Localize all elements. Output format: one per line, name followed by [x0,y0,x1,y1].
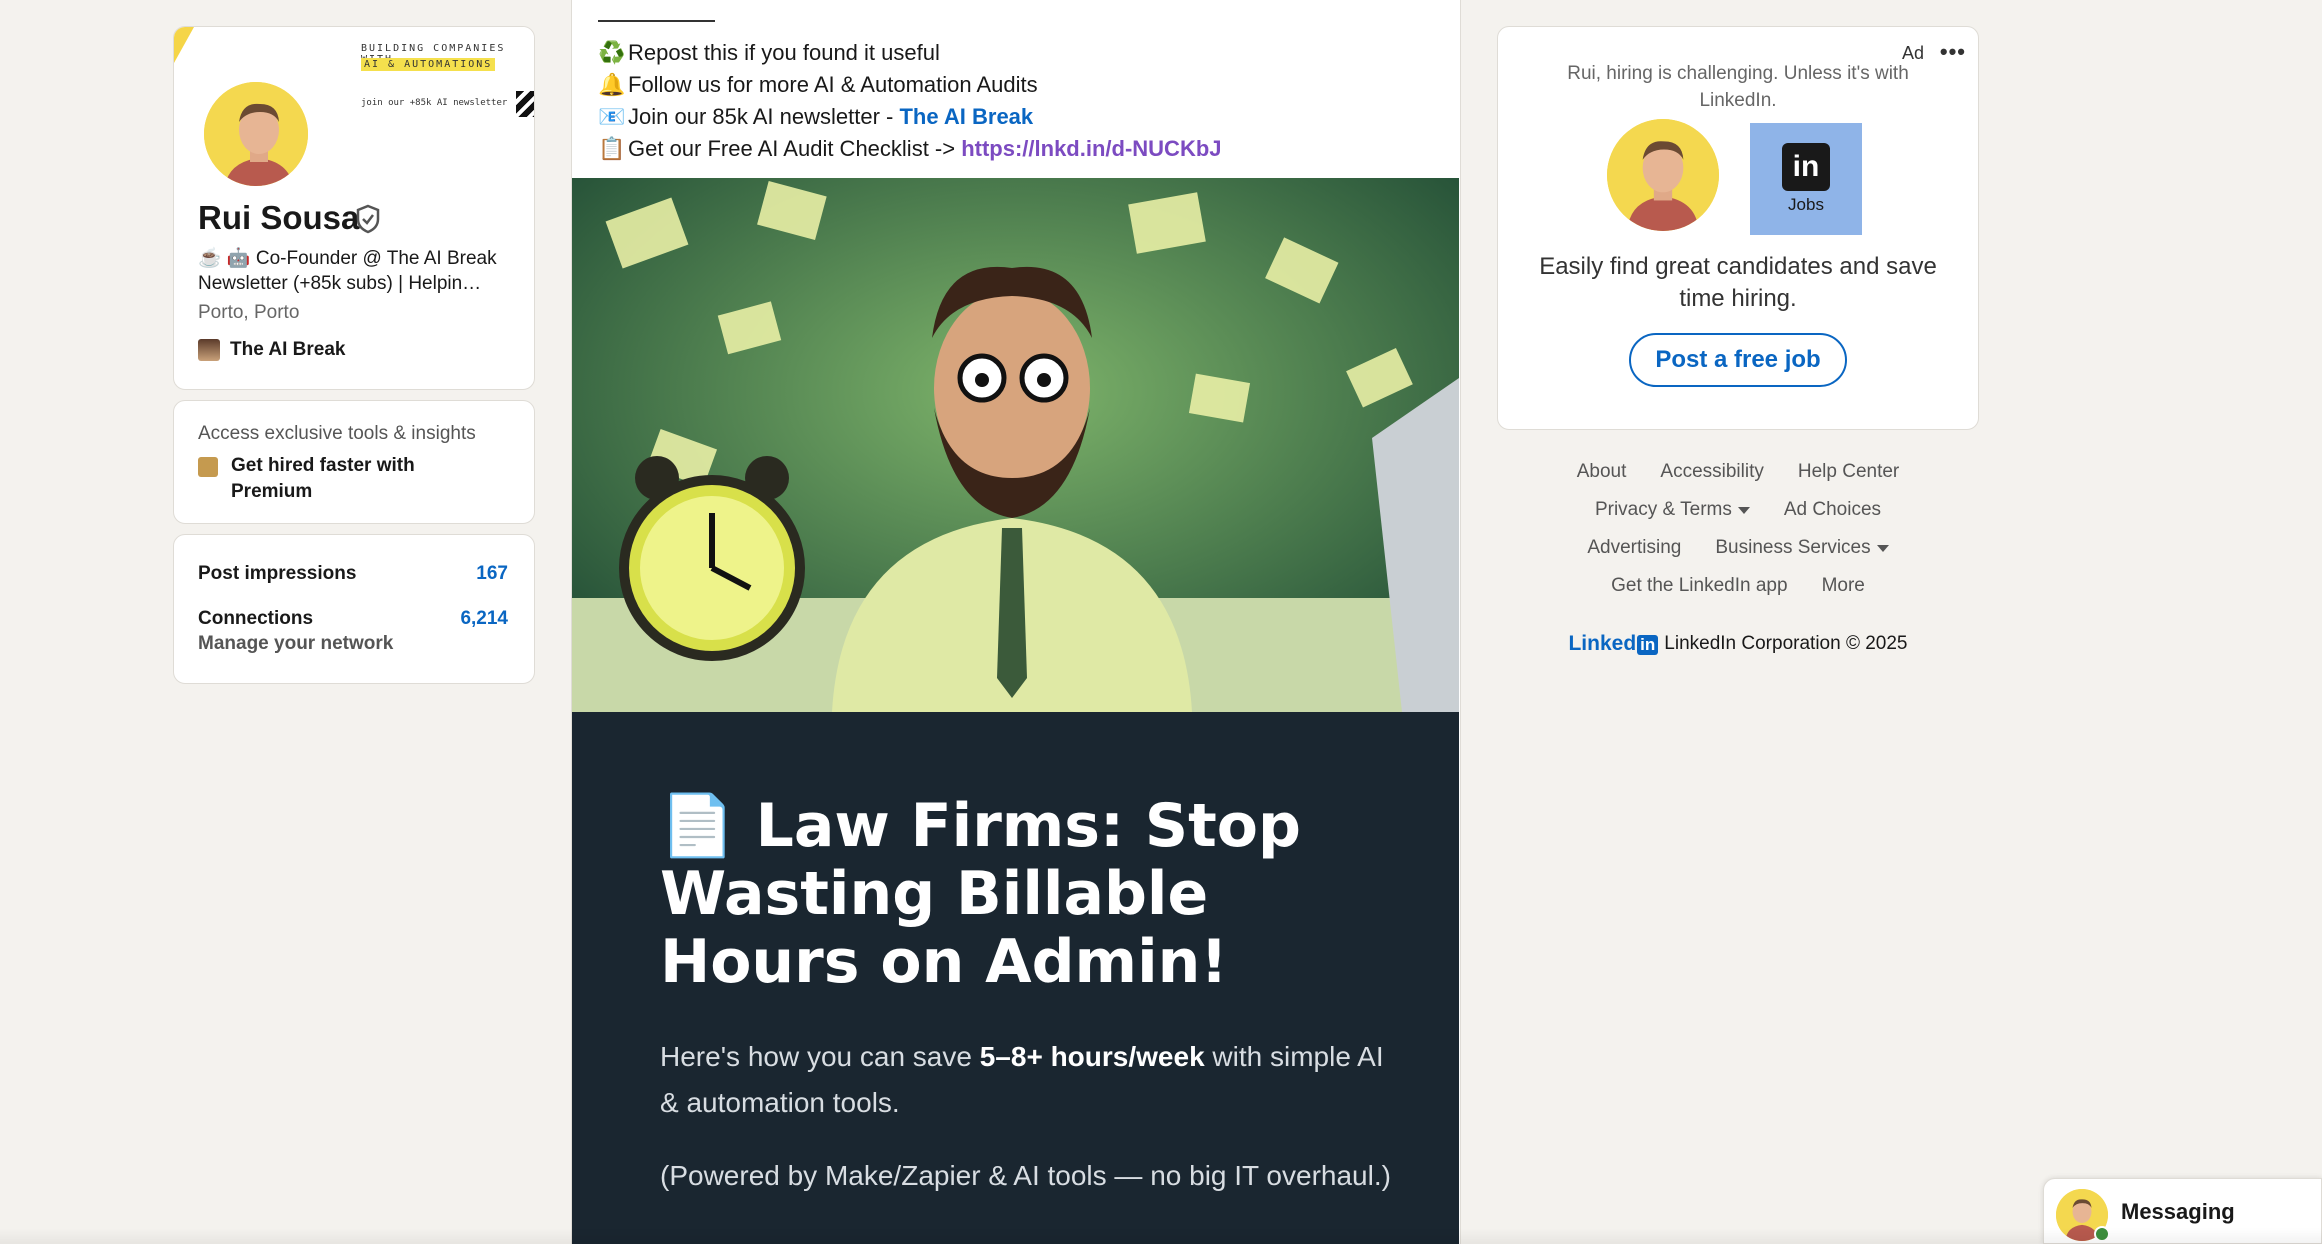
footer-copyright: Linked in LinkedIn Corporation © 2025 [1497,632,1979,656]
post-line-text: Join our 85k AI newsletter - [628,104,900,129]
document-preview[interactable]: 📄 Law Firms: Stop Wasting Billable Hours… [572,712,1459,1244]
post-line-text: Follow us for more AI & Automation Audit… [628,72,1038,97]
footer-links-row-2: Privacy & Terms Ad Choices [1497,499,1979,521]
impressions-value[interactable]: 167 [476,563,508,585]
verified-icon [356,204,380,234]
footer-link-ad-choices[interactable]: Ad Choices [1784,499,1881,521]
envelope-icon: 📧 [598,104,626,129]
footer-link-accessibility[interactable]: Accessibility [1660,461,1763,483]
banner-corner-decoration [174,27,194,63]
connections-value[interactable]: 6,214 [460,608,508,630]
chevron-down-icon [1876,544,1889,552]
footer-link-get-app[interactable]: Get the LinkedIn app [1611,575,1787,597]
profile-location: Porto, Porto [198,302,300,323]
linkedin-jobs-logo: in Jobs [1750,123,1862,235]
chevron-down-icon [1737,506,1750,514]
company-icon [198,339,220,361]
profile-company[interactable]: The AI Break [198,339,345,361]
footer-link-more[interactable]: More [1822,575,1865,597]
messaging-label: Messaging [2121,1199,2235,1224]
stats-card: Post impressions 167 Connections 6,214 M… [173,534,535,684]
post-illustration[interactable] [572,178,1459,712]
online-status-icon [2094,1226,2110,1242]
post-line-checklist: 📋 Get our Free AI Audit Checklist -> htt… [598,136,1222,162]
connections-label[interactable]: Connections [198,608,313,630]
messaging-bar[interactable]: Messaging [2043,1178,2322,1244]
banner-subtitle: join our +85k AI newsletter [361,98,508,108]
post-line-repost: ♻️ Repost this if you found it useful [598,40,940,66]
ad-copy: Easily find great candidates and save ti… [1539,253,1937,312]
document-note: (Powered by Make/Zapier & AI tools — no … [660,1160,1391,1191]
document-title: 📄 Law Firms: Stop Wasting Billable Hours… [660,791,1301,997]
footer-links-row-3: Advertising Business Services [1497,537,1979,559]
ad-avatar [1607,119,1719,231]
premium-label: Access exclusive tools & insights [198,423,476,444]
more-options-icon[interactable]: ••• [1940,39,1966,65]
premium-card[interactable]: Access exclusive tools & insights Get hi… [173,400,535,524]
banner-stripe-decoration [516,91,534,117]
profile-name[interactable]: Rui Sousa [198,199,359,237]
post-line-text: Repost this if you found it useful [628,40,940,65]
footer-link-about[interactable]: About [1577,461,1627,483]
linkedin-logo: Linked in [1568,632,1659,656]
footer-link-privacy-terms[interactable]: Privacy & Terms [1595,499,1750,521]
ad-tagline: Rui, hiring is challenging. Unless it's … [1567,63,1909,111]
post-line-text: Get our Free AI Audit Checklist -> [628,136,962,161]
profile-card: BUILDING COMPANIES WITH AI & AUTOMATIONS… [173,26,535,390]
post-divider [598,20,715,22]
linkedin-in-icon: in [1782,143,1830,191]
feed-post: ♻️ Repost this if you found it useful 🔔 … [571,0,1461,1244]
footer-links-row-1: About Accessibility Help Center [1497,461,1979,483]
post-free-job-button[interactable]: Post a free job [1629,333,1847,387]
profile-headline: ☕ 🤖 Co-Founder @ The AI Break Newsletter… [198,248,497,294]
footer-link-business-services[interactable]: Business Services [1715,537,1889,559]
banner-highlight: AI & AUTOMATIONS [361,58,496,71]
impressions-label[interactable]: Post impressions [198,563,356,585]
clipboard-icon: 📋 [598,136,626,161]
newsletter-link[interactable]: The AI Break [899,104,1033,129]
post-line-newsletter: 📧 Join our 85k AI newsletter - The AI Br… [598,104,1033,130]
jobs-logo-text: Jobs [1788,195,1824,214]
bell-icon: 🔔 [598,72,626,97]
document-body: Here's how you can save 5–8+ hours/week … [660,1041,1384,1118]
premium-icon [198,457,218,477]
footer-link-advertising[interactable]: Advertising [1587,537,1681,559]
profile-avatar[interactable] [201,79,311,189]
footer-link-help-center[interactable]: Help Center [1798,461,1899,483]
checklist-link[interactable]: https://lnkd.in/d-NUCKbJ [961,136,1221,161]
manage-network-link[interactable]: Manage your network [198,633,393,655]
ad-card: Ad ••• Rui, hiring is challenging. Unles… [1497,26,1979,430]
post-line-follow: 🔔 Follow us for more AI & Automation Aud… [598,72,1038,98]
footer-links-row-4: Get the LinkedIn app More [1497,575,1979,597]
premium-link[interactable]: Get hired faster with Premium [231,453,461,505]
copyright-text: LinkedIn Corporation © 2025 [1664,633,1908,654]
recycle-icon: ♻️ [598,40,626,65]
company-name: The AI Break [230,339,346,360]
